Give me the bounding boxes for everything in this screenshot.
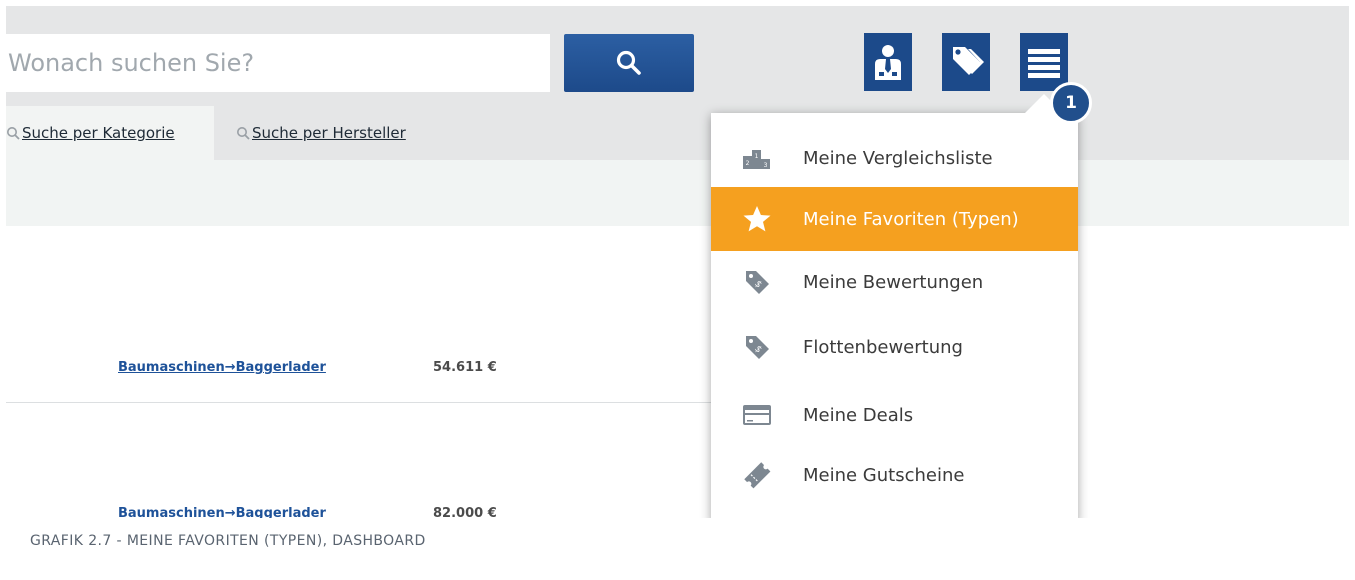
menu-item-label: Flottenbewertung [803,336,963,358]
header-bar: Suche per Kategorie Suche per Hersteller [6,6,1349,160]
star-icon [711,204,803,234]
dropdown-menu: 213 Meine Vergleichsliste Meine Favorite… [711,113,1078,518]
menu-item-comparison-list[interactable]: 213 Meine Vergleichsliste [711,126,1078,190]
hamburger-menu-icon [1027,45,1061,79]
menu-item-ratings[interactable]: $ Meine Bewertungen [711,250,1078,314]
menu-item-label: Meine Vergleichsliste [803,147,993,169]
search-button[interactable] [564,34,694,92]
menu-item-label: Meine Bewertungen [803,271,984,293]
price-tag-icon: $ [711,333,803,361]
notification-badge: 1 [1050,82,1092,124]
svg-text:3: 3 [764,162,768,169]
price-value: 54.611 € [433,360,497,375]
menu-item-fleet-rating[interactable]: $ Flottenbewertung [711,315,1078,379]
tab-search-by-manufacturer[interactable]: Suche per Hersteller [236,106,406,160]
deals-button[interactable] [942,33,990,91]
row-divider [6,402,711,403]
svg-text:2: 2 [746,160,750,167]
category-link[interactable]: Baumaschinen→Baggerlader [118,360,326,375]
menu-item-label: Meine Deals [803,404,914,426]
person-badge-icon [870,42,906,82]
magnifier-icon [615,49,643,77]
tab-category-label: Suche per Kategorie [22,124,175,142]
menu-item-deals[interactable]: Meine Deals [711,383,1078,447]
main-menu-button[interactable] [1020,33,1068,91]
price-tag-icon: $ [711,268,803,296]
menu-item-label: Meine Favoriten (Typen) [803,208,1019,230]
account-button[interactable] [864,33,912,91]
content-band [6,160,1349,226]
screenshot-area: Suche per Kategorie Suche per Hersteller… [6,6,1349,518]
ticket-icon [711,460,803,490]
menu-item-favorites[interactable]: Meine Favoriten (Typen) [711,187,1078,251]
page-frame: Suche per Kategorie Suche per Hersteller… [0,0,1355,580]
credit-card-icon [711,404,803,426]
tab-search-by-category[interactable]: Suche per Kategorie [6,106,214,160]
svg-text:1: 1 [755,153,759,160]
search-icon [6,126,20,140]
price-tags-icon [947,43,985,81]
price-value: 82.000 € [433,506,497,518]
figure-caption: GRAFIK 2.7 - MEINE FAVORITEN (TYPEN), DA… [30,533,426,549]
category-link[interactable]: Baumaschinen→Baggerlader [118,506,326,518]
menu-item-label: Meine Gutscheine [803,464,965,486]
search-input[interactable] [6,34,550,92]
tab-manufacturer-label: Suche per Hersteller [252,124,406,142]
search-icon [236,126,250,140]
podium-icon: 213 [711,147,803,169]
menu-item-vouchers[interactable]: Meine Gutscheine [711,443,1078,507]
